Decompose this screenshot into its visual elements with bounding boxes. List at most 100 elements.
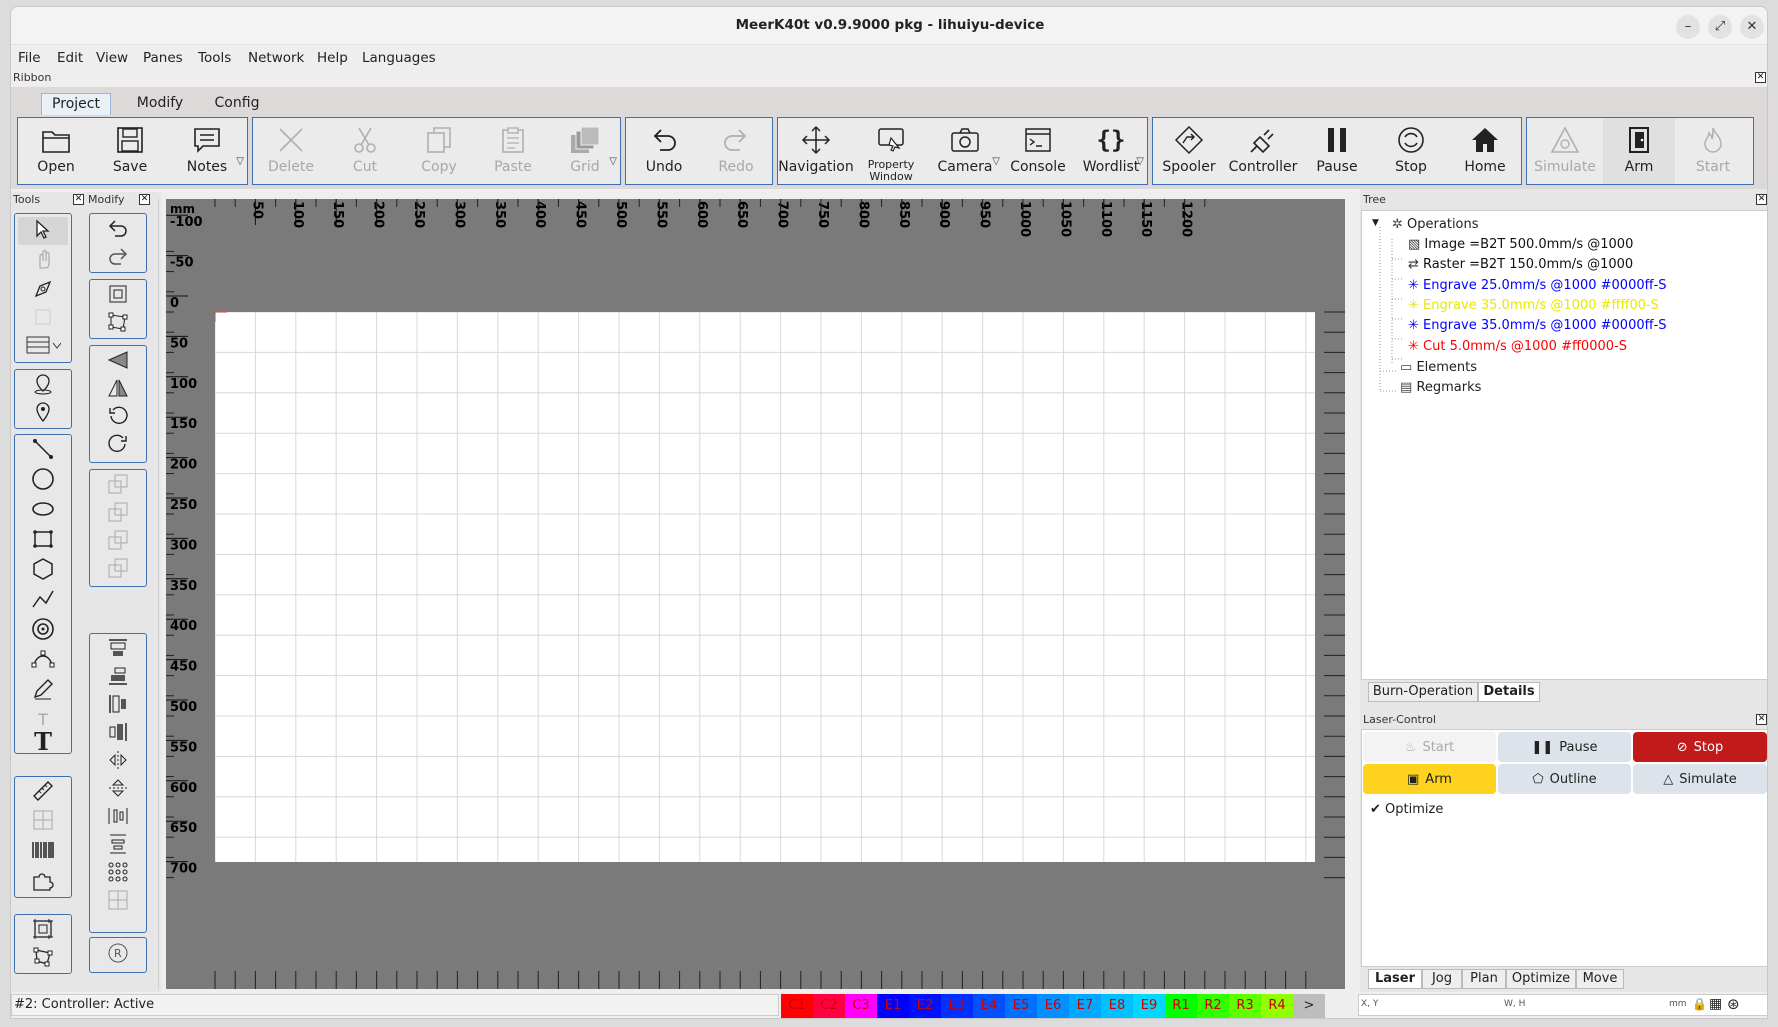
- tree-regmarks[interactable]: ▤ Regmarks: [1400, 380, 1481, 395]
- distribute-v-button[interactable]: [93, 832, 143, 860]
- maximize-button[interactable]: ⤢: [1708, 15, 1732, 39]
- modify-redo-button[interactable]: [93, 244, 143, 272]
- grid-array-button[interactable]: [93, 888, 143, 916]
- color-chip-E5[interactable]: E5: [1005, 994, 1037, 1018]
- mirror-button[interactable]: [93, 748, 143, 776]
- undo-button[interactable]: Undo: [628, 118, 700, 184]
- xor-button[interactable]: [93, 528, 143, 556]
- radial-button[interactable]: R: [93, 941, 143, 969]
- difference-button[interactable]: [93, 500, 143, 528]
- tree-operation-6[interactable]: ✳ Cut 5.0mm/s @1000 #ff0000-S: [1408, 339, 1627, 354]
- open-button[interactable]: Open: [20, 118, 92, 184]
- intersection-button[interactable]: [93, 556, 143, 584]
- lock-icon[interactable]: 🔒: [1692, 997, 1707, 1011]
- tab-burn-operation[interactable]: Burn-Operation: [1368, 682, 1478, 702]
- laser-simulate-button[interactable]: △ Simulate: [1633, 764, 1767, 794]
- group-button[interactable]: [93, 282, 143, 310]
- menu-file[interactable]: File: [18, 50, 41, 66]
- menu-network[interactable]: Network: [248, 50, 304, 66]
- circle-tool[interactable]: [18, 467, 68, 495]
- select-tool[interactable]: [18, 217, 68, 245]
- distribute-h-button[interactable]: [93, 804, 143, 832]
- menu-view[interactable]: View: [96, 50, 128, 66]
- tab-plan[interactable]: Plan: [1462, 969, 1506, 989]
- tab-config[interactable]: Config: [209, 93, 265, 115]
- placement-tool[interactable]: [18, 333, 68, 361]
- color-chip-more[interactable]: >: [1293, 994, 1325, 1018]
- chevron-down-icon[interactable]: ▽: [236, 156, 244, 167]
- rotate-cw-button[interactable]: [93, 432, 143, 460]
- position-tool[interactable]: [18, 372, 68, 400]
- next-icon[interactable]: ⊛: [1727, 995, 1740, 1013]
- laser-outline-button[interactable]: ⬠ Outline: [1498, 764, 1631, 794]
- laser-start-button[interactable]: ♨ Start: [1363, 732, 1496, 762]
- tree-operation-5[interactable]: ✳ Engrave 35.0mm/s @1000 #0000ff-S: [1408, 318, 1667, 333]
- spooler-button[interactable]: Spooler: [1153, 118, 1225, 184]
- cut-button[interactable]: Cut: [329, 118, 401, 184]
- measure-tool[interactable]: [18, 779, 68, 807]
- chevron-down-icon[interactable]: ▽: [1136, 156, 1144, 167]
- console-button[interactable]: Console: [1002, 118, 1074, 184]
- color-chip-R4[interactable]: R4: [1261, 994, 1293, 1018]
- tools-pane-close-icon[interactable]: ✕: [73, 194, 84, 205]
- frame-tool[interactable]: [18, 917, 68, 945]
- menu-edit[interactable]: Edit: [57, 50, 83, 66]
- color-chip-E6[interactable]: E6: [1037, 994, 1069, 1018]
- laser-pane-close-icon[interactable]: ✕: [1756, 714, 1767, 725]
- flip-line-button[interactable]: [93, 776, 143, 804]
- stop-button[interactable]: Stop: [1375, 118, 1447, 184]
- line-tool[interactable]: [18, 437, 68, 465]
- tab-modify[interactable]: Modify: [127, 93, 193, 115]
- simulate-button[interactable]: Simulate: [1529, 118, 1601, 184]
- bezier-tool[interactable]: [18, 647, 68, 675]
- color-chip-R2[interactable]: R2: [1197, 994, 1229, 1018]
- tree-operation-4[interactable]: ✳ Engrave 35.0mm/s @1000 #ffff00-S: [1408, 298, 1659, 313]
- color-chip-E3[interactable]: E3: [941, 994, 973, 1018]
- tree-operation-3[interactable]: ✳ Engrave 25.0mm/s @1000 #0000ff-S: [1408, 278, 1667, 293]
- minimize-button[interactable]: –: [1676, 15, 1700, 39]
- tree-operations[interactable]: ✲ Operations: [1392, 217, 1479, 232]
- save-button[interactable]: Save: [94, 118, 166, 184]
- ribbon-close-icon[interactable]: ✕: [1755, 72, 1766, 83]
- laser-stop-button[interactable]: ⊘ Stop: [1633, 732, 1767, 762]
- menu-tools[interactable]: Tools: [198, 50, 231, 66]
- menu-help[interactable]: Help: [317, 50, 348, 66]
- puzzle-tool[interactable]: [18, 868, 68, 896]
- start-button[interactable]: Start: [1677, 118, 1749, 184]
- color-chip-E4[interactable]: E4: [973, 994, 1005, 1018]
- color-chip-R3[interactable]: R3: [1229, 994, 1261, 1018]
- tab-jog[interactable]: Jog: [1422, 969, 1462, 989]
- home-button[interactable]: Home: [1449, 118, 1521, 184]
- blank-tool[interactable]: [18, 305, 68, 333]
- arm-button[interactable]: Arm: [1603, 118, 1675, 184]
- tree-elements[interactable]: ▭ Elements: [1400, 360, 1477, 375]
- tab-laser[interactable]: Laser: [1368, 969, 1422, 989]
- align-top-button[interactable]: [93, 636, 143, 664]
- tree-view[interactable]: ▼ ✲ Operations ▧ Image =B2T 500.0mm/s @1…: [1361, 210, 1767, 680]
- property-window-button[interactable]: Property Window: [856, 118, 926, 184]
- vector-pen-tool[interactable]: [18, 277, 68, 305]
- grid-button[interactable]: Grid ▽: [551, 118, 619, 184]
- controller-button[interactable]: Controller: [1227, 118, 1299, 184]
- polyline-tool[interactable]: [18, 587, 68, 615]
- tab-project[interactable]: Project: [41, 93, 111, 115]
- redo-button[interactable]: Redo: [700, 118, 772, 184]
- tab-move[interactable]: Move: [1576, 969, 1624, 989]
- color-chip-C3[interactable]: C3: [845, 994, 877, 1018]
- align-right-button[interactable]: [93, 720, 143, 748]
- array-button[interactable]: [93, 860, 143, 888]
- color-chip-E7[interactable]: E7: [1069, 994, 1101, 1018]
- flip-vertical-button[interactable]: [93, 348, 143, 376]
- bounds-tool[interactable]: [18, 945, 68, 973]
- paste-button[interactable]: Paste: [477, 118, 549, 184]
- draw-tool[interactable]: [18, 677, 68, 705]
- tab-optimize[interactable]: Optimize: [1506, 969, 1576, 989]
- hand-tool[interactable]: [18, 247, 68, 275]
- pause-button[interactable]: Pause: [1301, 118, 1373, 184]
- union-button[interactable]: [93, 472, 143, 500]
- close-button[interactable]: ✕: [1740, 15, 1764, 39]
- grid-icon[interactable]: ▦: [1709, 996, 1722, 1012]
- collapse-icon[interactable]: ▼: [1372, 218, 1379, 228]
- laser-pause-button[interactable]: ❚❚ Pause: [1498, 732, 1631, 762]
- wordlist-button[interactable]: {} Wordlist ▽: [1076, 118, 1146, 184]
